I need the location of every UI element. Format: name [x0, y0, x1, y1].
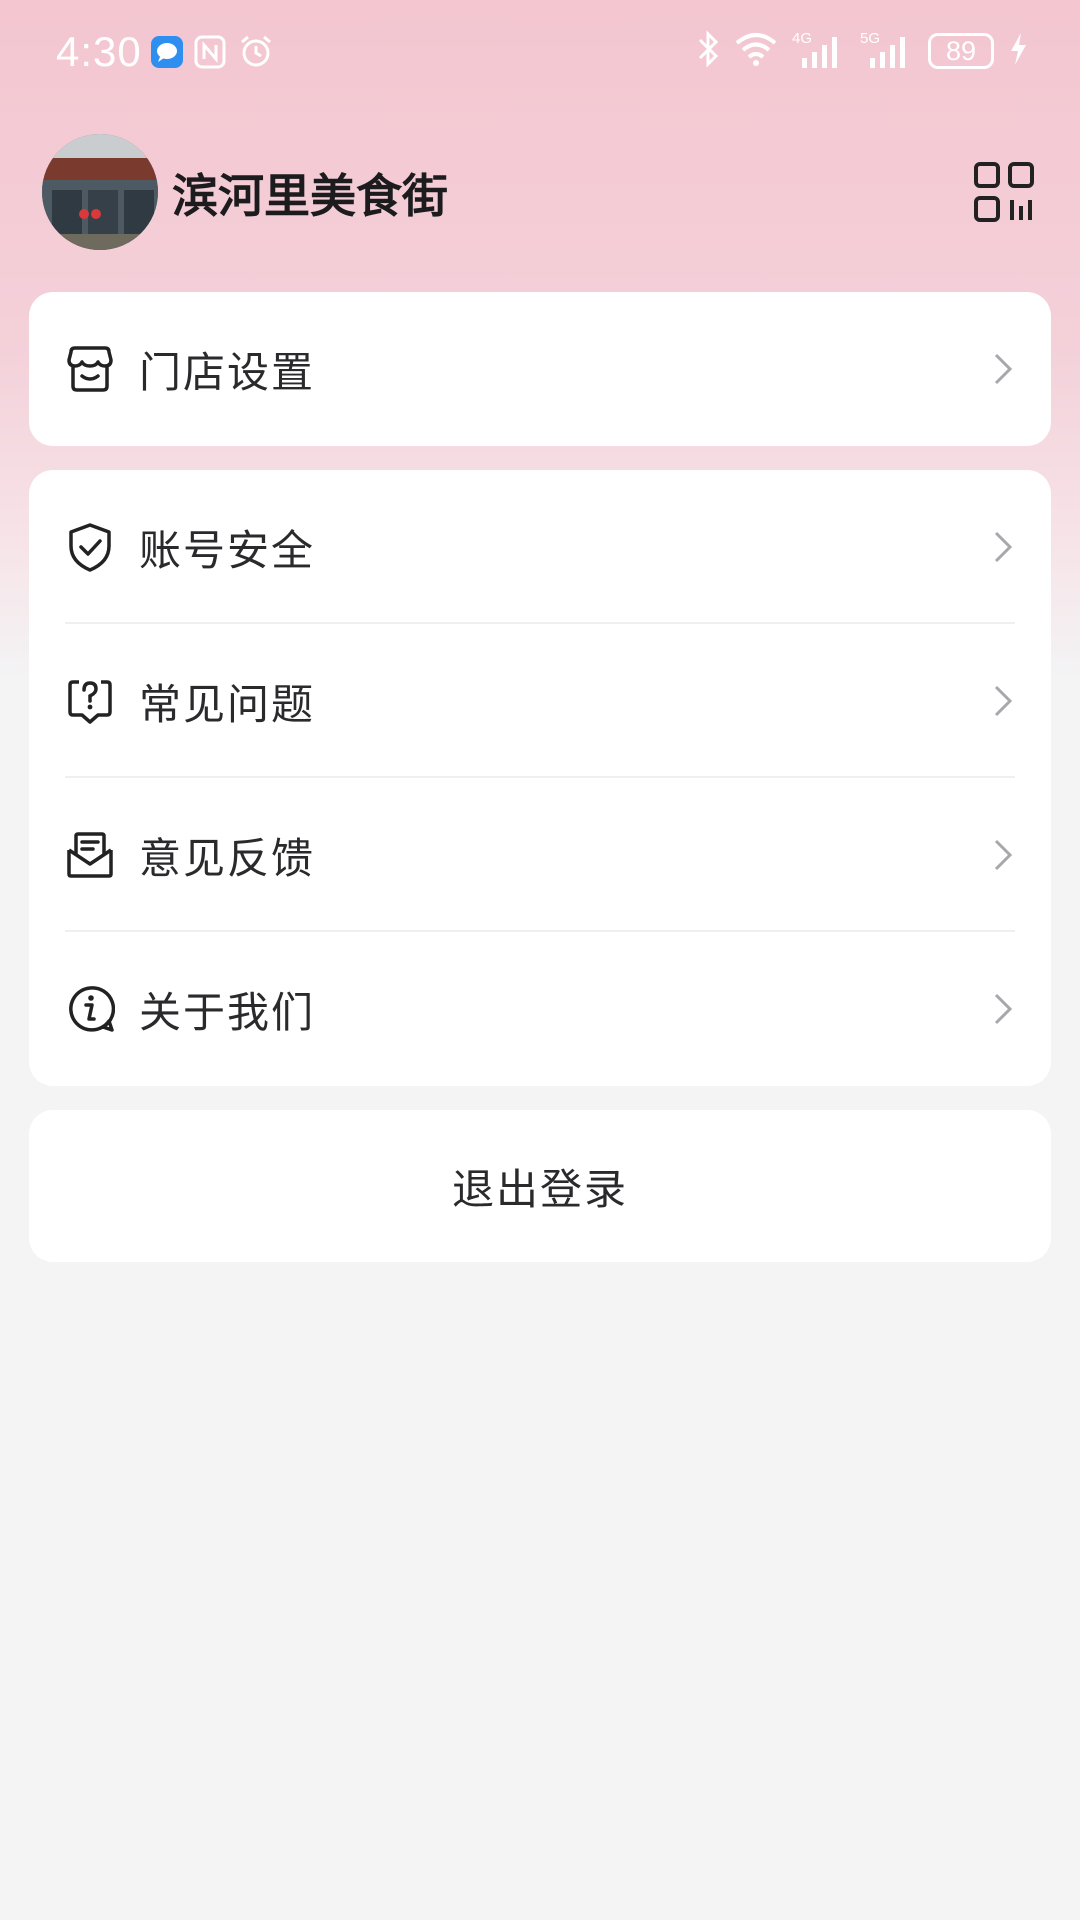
battery-indicator: 89 [928, 33, 994, 69]
menu-label-about-us: 关于我们 [139, 987, 316, 1037]
store-avatar[interactable] [42, 134, 158, 250]
chevron-right-icon [994, 531, 1013, 563]
store-icon [67, 346, 113, 392]
charging-icon [1008, 31, 1028, 71]
menu-item-store-settings[interactable]: 门店设置 [29, 292, 1051, 446]
store-settings-card: 门店设置 [29, 292, 1051, 446]
chevron-right-icon [994, 353, 1013, 385]
menu-label-account-security: 账号安全 [139, 525, 316, 575]
menu-item-about-us[interactable]: 关于我们 [29, 932, 1051, 1086]
qr-code-icon [974, 162, 1034, 222]
menu-label-feedback: 意见反馈 [139, 833, 316, 883]
profile-header: 滨河里美食街 [0, 130, 1080, 254]
status-time: 4:30 [56, 28, 142, 75]
signal-4g-icon: 4G [792, 30, 846, 70]
wifi-icon [734, 31, 778, 71]
chevron-right-icon [994, 839, 1013, 871]
menu-label-store-settings: 门店设置 [139, 347, 316, 397]
menu-item-account-security[interactable]: 账号安全 [29, 470, 1051, 624]
shield-check-icon [69, 523, 111, 572]
chevron-right-icon [994, 685, 1013, 717]
chevron-right-icon [994, 993, 1013, 1025]
signal-5g-icon: 5G [860, 30, 914, 70]
menu-item-faq[interactable]: 常见问题 [29, 624, 1051, 778]
status-bar: 4:30 4G 5G 89 [0, 0, 1080, 108]
menu-item-feedback[interactable]: 意见反馈 [29, 778, 1051, 932]
store-name: 滨河里美食街 [172, 169, 448, 223]
message-icon [150, 32, 184, 72]
logout-label: 退出登录 [451, 1164, 628, 1214]
qr-code-button[interactable] [972, 160, 1036, 224]
bluetooth-icon [696, 30, 720, 72]
settings-menu-card: 账号安全 常见问题 意见反馈 关于我们 [29, 470, 1051, 1086]
alarm-icon [238, 32, 274, 72]
menu-label-faq: 常见问题 [139, 679, 316, 729]
info-icon [69, 986, 115, 1032]
nfc-icon [194, 32, 226, 72]
feedback-mail-icon [67, 832, 113, 878]
help-question-icon [68, 680, 112, 724]
logout-button[interactable]: 退出登录 [29, 1110, 1051, 1262]
